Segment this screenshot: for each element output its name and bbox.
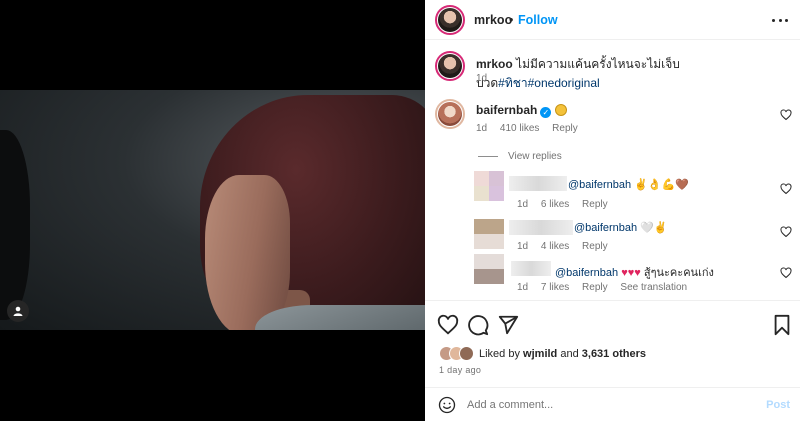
media-pane (0, 0, 425, 421)
reply-mention[interactable]: @baifernbah (568, 179, 631, 191)
follow-button[interactable]: Follow (518, 13, 558, 27)
post-comment-button[interactable]: Post (766, 399, 790, 411)
reply-emoji: 🤍✌ (640, 222, 668, 234)
posted-time[interactable]: 1 day ago (439, 365, 481, 375)
reply-time[interactable]: 1d (517, 282, 528, 293)
liker-avatar[interactable] (459, 346, 474, 361)
caption-time[interactable]: 1d (476, 73, 487, 84)
reply-username-blurred[interactable] (511, 261, 551, 276)
liked-by-others[interactable]: 3,631 others (582, 348, 646, 360)
share-icon[interactable] (497, 314, 519, 336)
post-details-pane: mrkoo • Follow mrkoo ไม่มีความแค้นครั้งไ… (425, 0, 800, 421)
caption-avatar[interactable] (435, 51, 465, 81)
reply-like-heart-icon[interactable] (780, 267, 792, 279)
reply-meta: 1d 6 likes Reply (517, 199, 618, 210)
comment-like-heart-icon[interactable] (780, 109, 792, 121)
sad-face-emoji-icon (555, 104, 568, 116)
reply-button[interactable]: Reply (582, 282, 608, 293)
heart-icon[interactable] (437, 314, 459, 336)
reply-text: @baifernbah 🤍✌ (574, 221, 668, 234)
separator-dot: • (509, 13, 514, 27)
caption-username[interactable]: mrkoo (476, 57, 513, 71)
liked-by-prefix: Liked by (479, 347, 520, 360)
comment-meta: 1d 410 likes Reply (476, 123, 588, 134)
reply-meta: 1d 4 likes Reply (517, 241, 618, 252)
reply-like-heart-icon[interactable] (780, 226, 792, 238)
view-replies-button[interactable]: View replies (478, 151, 562, 162)
comment-time[interactable]: 1d (476, 123, 487, 134)
comment-reply-button[interactable]: Reply (552, 123, 578, 134)
emoji-icon[interactable] (438, 396, 456, 414)
author-avatar[interactable] (435, 5, 465, 35)
comment-icon[interactable] (467, 314, 489, 336)
commenter-username[interactable]: baifernbah (476, 103, 537, 117)
reply-likes[interactable]: 7 likes (541, 282, 569, 293)
reply-avatar[interactable] (474, 254, 504, 284)
reply-likes[interactable]: 4 likes (541, 241, 569, 252)
reply-emoji: ✌👌💪🤎 (634, 179, 690, 191)
reply-button[interactable]: Reply (582, 241, 608, 252)
caption: mrkoo ไม่มีความแค้นครั้งไหนจะไม่เจ็บปวด#… (476, 55, 800, 93)
commenter-avatar[interactable] (435, 99, 465, 129)
caption-meta: 1d (476, 73, 497, 84)
post-header: mrkoo • Follow (425, 0, 800, 40)
reply-avatar[interactable] (474, 219, 504, 249)
post-photo[interactable] (0, 90, 425, 330)
reply-time[interactable]: 1d (517, 241, 528, 252)
add-comment-bar: Post (425, 387, 800, 421)
liked-by: Liked by wjmild and 3,631 others (439, 346, 646, 361)
instagram-post-view: mrkoo • Follow mrkoo ไม่มีความแค้นครั้งไ… (0, 0, 800, 421)
more-icon[interactable] (772, 12, 788, 28)
reply-emoji: ♥♥♥ (621, 267, 641, 279)
reply-time[interactable]: 1d (517, 199, 528, 210)
reply-username-blurred[interactable] (509, 220, 573, 235)
reply-meta: 1d 7 likes Reply See translation (517, 282, 697, 293)
verified-badge-icon: ✓ (540, 107, 552, 118)
liked-by-user[interactable]: wjmild (523, 348, 557, 360)
user-tag-icon[interactable] (7, 300, 29, 322)
comments-list[interactable]: mrkoo ไม่มีความแค้นครั้งไหนจะไม่เจ็บปวด#… (425, 41, 800, 300)
reply-mention[interactable]: @baifernbah (574, 222, 637, 234)
comment: baifernbah ✓ (476, 103, 568, 118)
reply-text: @baifernbah ✌👌💪🤎 (568, 178, 689, 191)
caption-hashtags[interactable]: #ทิชา#onedoriginal (498, 76, 600, 90)
see-translation-link[interactable]: See translation (620, 282, 687, 293)
reply-mention[interactable]: @baifernbah (555, 267, 618, 279)
reply-button[interactable]: Reply (582, 199, 608, 210)
reply-avatar[interactable] (474, 171, 504, 201)
bookmark-icon[interactable] (771, 314, 793, 336)
reply-like-heart-icon[interactable] (780, 183, 792, 195)
reply-username-blurred[interactable] (509, 176, 567, 191)
post-actions: Liked by wjmild and 3,631 others 1 day a… (425, 300, 800, 390)
liked-by-and: and (560, 347, 579, 360)
author-username[interactable]: mrkoo (474, 13, 512, 27)
comment-likes[interactable]: 410 likes (500, 123, 539, 134)
reply-body: สู้ๆนะคะคนเก่ง (643, 267, 714, 279)
reply-likes[interactable]: 6 likes (541, 199, 569, 210)
reply-text: @baifernbah ♥♥♥ สู้ๆนะคะคนเก่ง (555, 263, 714, 281)
comment-input[interactable] (467, 399, 737, 411)
